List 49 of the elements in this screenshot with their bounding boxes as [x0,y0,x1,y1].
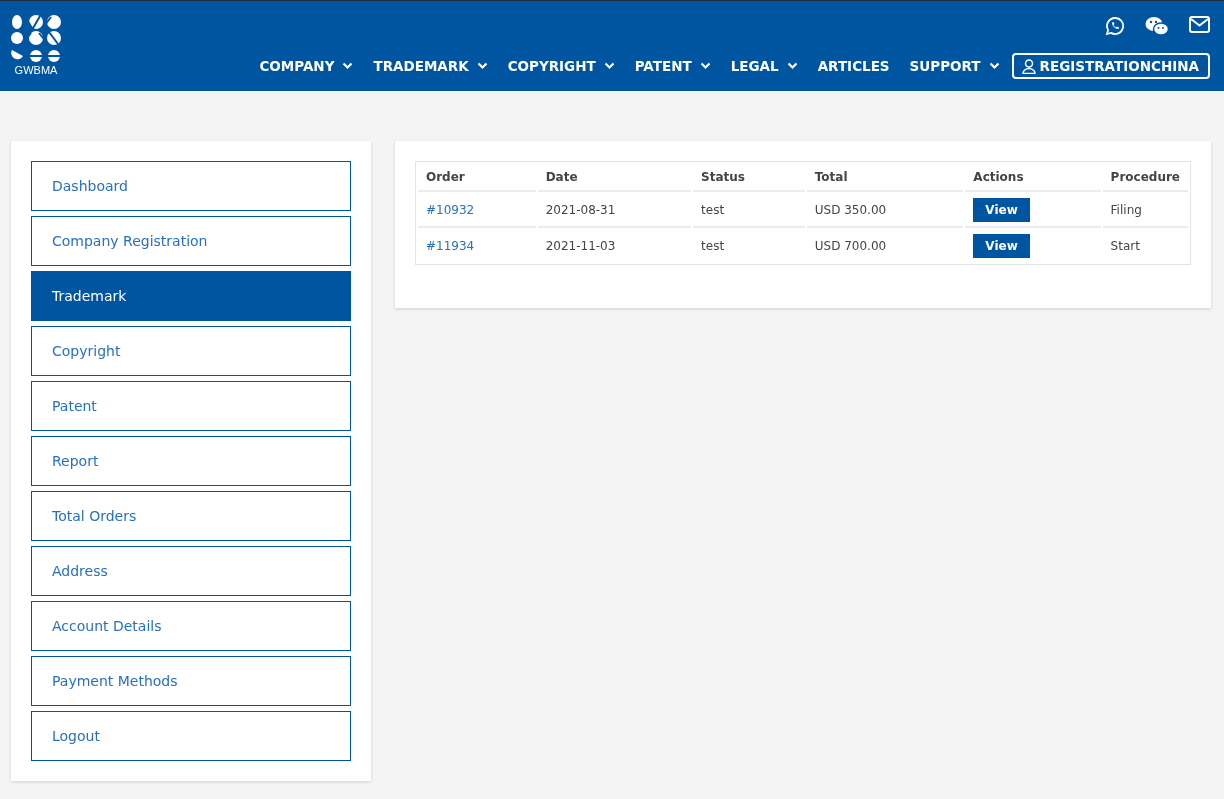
table-cell: test [693,194,805,228]
column-header: Procedure [1102,164,1188,192]
sidebar-item[interactable]: Payment Methods [31,656,351,706]
table-cell-text: test [700,238,726,255]
order-link[interactable]: #11934 [426,239,475,253]
nav-menu-item[interactable]: LEGAL [720,58,808,74]
chevron-down-icon [786,62,798,70]
chevron-down-icon [342,62,354,70]
table-cell-text: Start [1109,238,1141,255]
column-header: Order [418,164,536,192]
whatsapp-icon[interactable] [1105,16,1125,36]
nav-menu-item[interactable]: PATENT [624,58,721,74]
column-header: Actions [965,164,1101,192]
nav-menu-item[interactable]: COPYRIGHT [497,58,625,74]
mail-icon[interactable] [1189,16,1210,33]
view-button[interactable]: View [973,198,1030,222]
table-cell: 2021-08-31 [537,194,692,228]
sidebar-item[interactable]: Trademark [31,271,351,321]
user-icon [1021,58,1036,74]
sidebar-item[interactable]: Account Details [31,601,351,651]
account-button[interactable]: REGISTRATIONCHINA [1011,53,1210,79]
table-cell: USD 350.00 [806,194,964,228]
sidebar-item[interactable]: Company Registration [31,216,351,266]
sidebar-item[interactable]: Dashboard [31,161,351,211]
nav-menu-item[interactable]: TRADEMARK [363,58,498,74]
order-link[interactable]: #10932 [426,203,475,217]
sidebar-item[interactable]: Copyright [31,326,351,376]
nav-menu-item[interactable]: ARTICLES [807,58,900,74]
chevron-down-icon [699,62,711,70]
nav-menu-item[interactable]: SUPPORT [899,58,1010,74]
table-cell-text: 2021-11-03 [544,238,617,255]
column-header: Date [537,164,692,192]
sidebar-item[interactable]: Logout [31,711,351,761]
chevron-down-icon [603,62,615,70]
logo-text: GWBMA [14,64,58,76]
chevron-down-icon [988,62,1000,70]
sidebar-item[interactable]: Total Orders [31,491,351,541]
column-header: Status [693,164,805,192]
table-cell-text: USD 700.00 [813,238,888,255]
sidebar-item[interactable]: Report [31,436,351,486]
view-button[interactable]: View [973,234,1030,258]
wechat-icon[interactable] [1145,16,1169,36]
logo-icon [11,15,61,63]
sidebar-item[interactable]: Address [31,546,351,596]
nav-menu-item[interactable]: COMPANY [249,58,364,74]
chevron-down-icon [476,62,488,70]
column-header: Total [806,164,964,192]
table-cell: Filing [1102,194,1188,228]
sidebar-item[interactable]: Patent [31,381,351,431]
